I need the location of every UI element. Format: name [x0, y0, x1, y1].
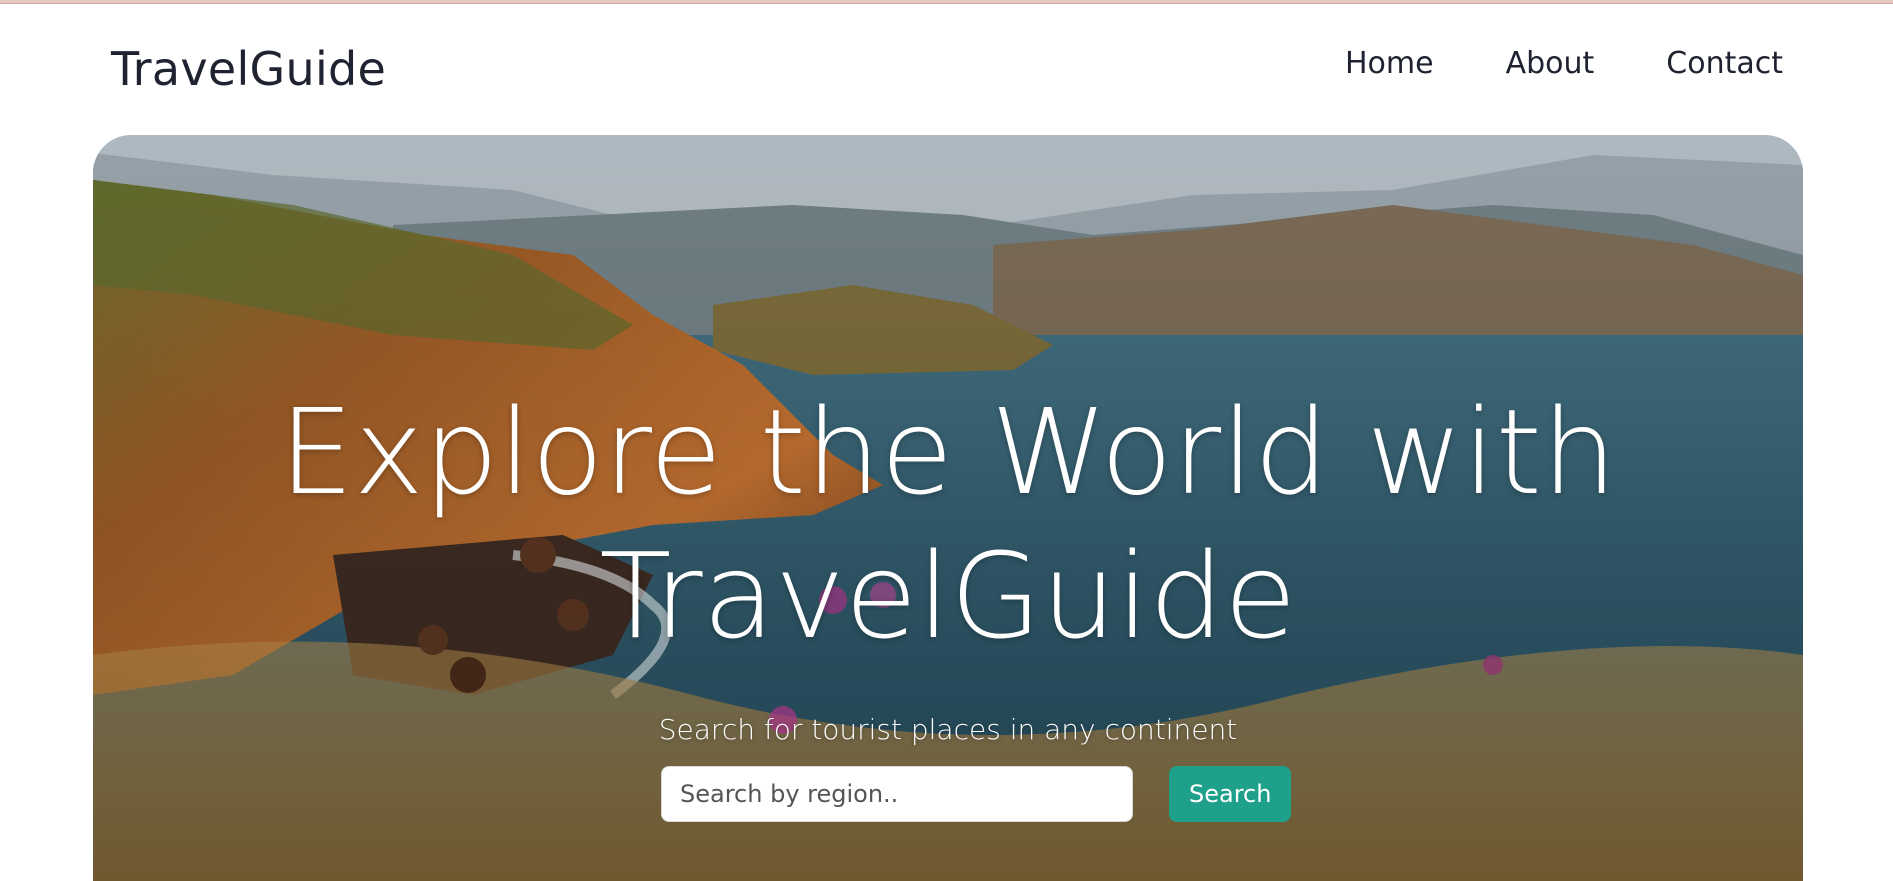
hero-subtitle: Search for tourist places in any contine…	[658, 713, 1238, 746]
hero-title-line-2: TravelGuide	[599, 527, 1297, 665]
site-header: TravelGuide Home About Contact	[0, 4, 1893, 134]
search-bar: Search	[661, 766, 1292, 822]
hero-title-line-1: Explore the World with	[279, 383, 1617, 521]
hero-content: Explore the World with TravelGuide Searc…	[93, 135, 1803, 881]
nav-link-home[interactable]: Home	[1345, 46, 1434, 81]
main-nav: Home About Contact	[1345, 46, 1783, 81]
nav-link-about[interactable]: About	[1506, 46, 1595, 81]
search-button[interactable]: Search	[1169, 766, 1292, 822]
hero-title: Explore the World with TravelGuide	[93, 380, 1803, 668]
site-logo[interactable]: TravelGuide	[111, 42, 386, 96]
hero-section: Explore the World with TravelGuide Searc…	[93, 135, 1803, 881]
search-input[interactable]	[661, 766, 1133, 822]
nav-link-contact[interactable]: Contact	[1666, 46, 1783, 81]
